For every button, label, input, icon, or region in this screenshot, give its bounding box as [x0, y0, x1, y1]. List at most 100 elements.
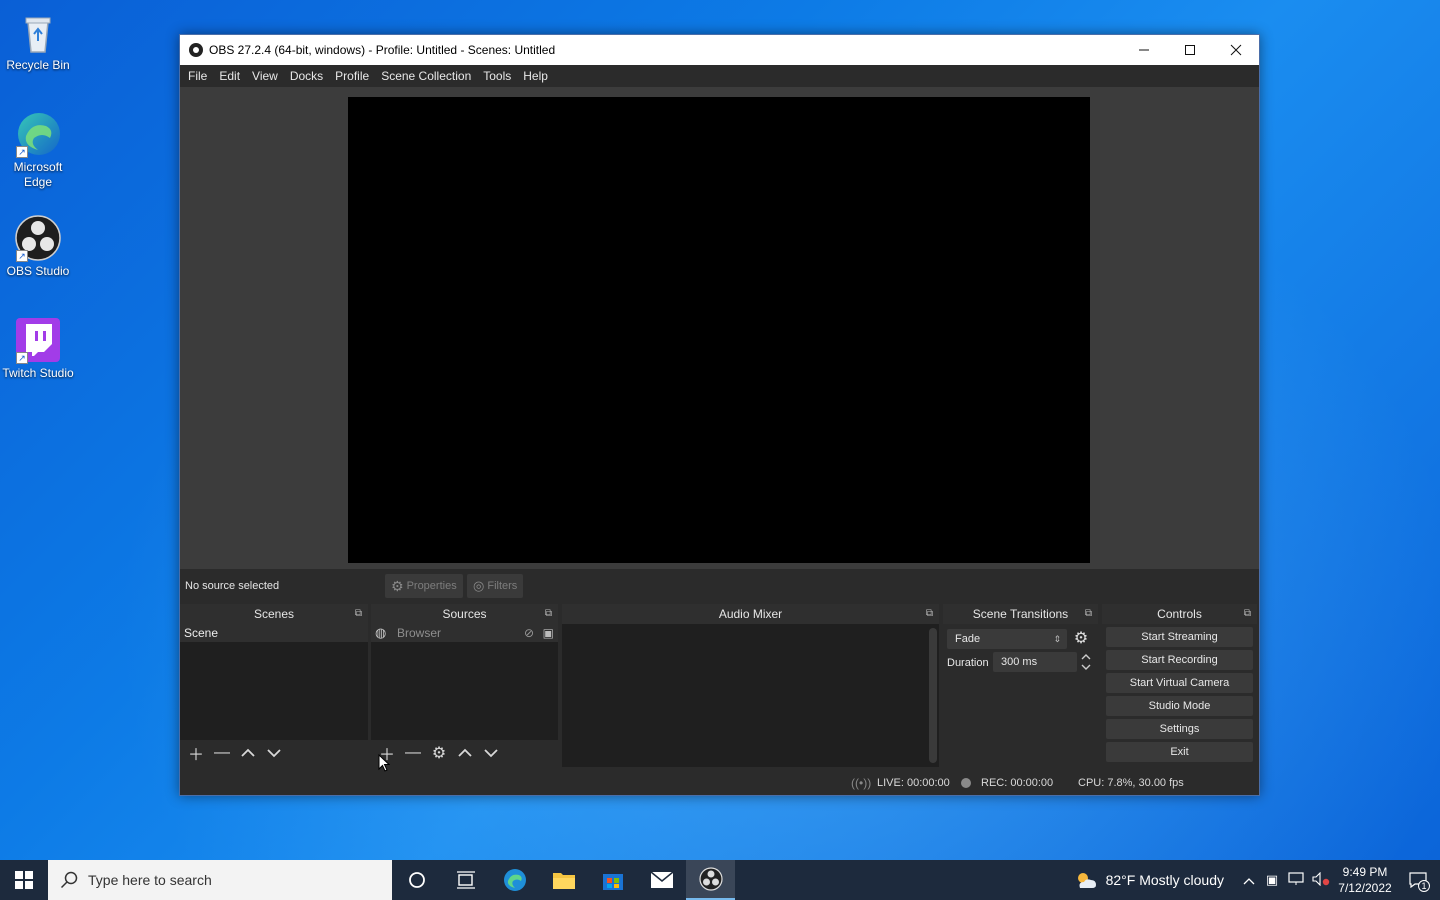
studio-mode-button[interactable]: Studio Mode [1106, 696, 1253, 716]
notification-center-button[interactable]: 1 [1396, 860, 1440, 900]
shortcut-arrow-icon: ↗ [16, 250, 28, 262]
menu-scene-collection[interactable]: Scene Collection [375, 65, 477, 87]
start-virtual-camera-button[interactable]: Start Virtual Camera [1106, 673, 1253, 693]
rec-status: REC: 00:00:00 [981, 777, 1054, 789]
start-button[interactable] [0, 860, 48, 900]
add-scene-button[interactable]: ＋ [186, 743, 206, 764]
menu-profile[interactable]: Profile [329, 65, 375, 87]
properties-label: Properties [406, 580, 457, 592]
taskbar-edge[interactable] [490, 860, 539, 900]
undock-icon[interactable]: ⧉ [1244, 604, 1251, 624]
properties-button[interactable]: ⚙ Properties [385, 574, 463, 598]
globe-icon: ◍ [375, 625, 387, 640]
preview-canvas[interactable] [348, 97, 1090, 563]
weather-widget[interactable]: 82°F Mostly cloudy [1074, 870, 1224, 890]
scenes-title: Scenes [253, 607, 295, 621]
remove-source-button[interactable]: — [403, 743, 423, 763]
close-button[interactable] [1213, 35, 1259, 65]
move-source-down-button[interactable] [481, 743, 501, 763]
task-view-icon [456, 871, 475, 889]
menu-tools[interactable]: Tools [477, 65, 517, 87]
undock-icon[interactable]: ⧉ [545, 604, 552, 624]
minus-icon: — [405, 744, 421, 761]
live-broadcast-icon: ((•)) [851, 776, 872, 790]
mixer-scrollbar[interactable] [929, 628, 937, 763]
move-source-up-button[interactable] [455, 743, 475, 763]
menu-edit[interactable]: Edit [213, 65, 246, 87]
transition-settings-button[interactable]: ⚙ [1071, 629, 1091, 649]
controls-body: Start Streaming Start Recording Start Vi… [1102, 627, 1257, 770]
filter-icon: ◎ [473, 578, 485, 593]
mouse-cursor-icon [378, 754, 390, 772]
taskbar-obs[interactable] [686, 860, 735, 900]
preview-area [180, 87, 1259, 569]
taskbar-search-box[interactable]: Type here to search [48, 860, 392, 900]
transitions-dock-header: Scene Transitions ⧉ [943, 604, 1098, 624]
show-hidden-icons-button[interactable] [1238, 872, 1260, 888]
taskbar-file-explorer[interactable] [539, 860, 588, 900]
chevron-down-icon [484, 749, 498, 758]
remove-scene-button[interactable]: — [212, 743, 232, 763]
sources-list: ◍ Browser ⊘ ▣ [371, 624, 558, 740]
stepper-arrows-icon [1081, 654, 1091, 670]
controls-title: Controls [1157, 607, 1202, 621]
undock-icon[interactable]: ⧉ [926, 604, 933, 624]
menu-docks[interactable]: Docks [284, 65, 329, 87]
transitions-title: Scene Transitions [972, 607, 1069, 621]
cpu-status: CPU: 7.8%, 30.00 fps [1078, 777, 1184, 789]
controls-dock-header: Controls ⧉ [1102, 604, 1257, 624]
close-icon [1230, 44, 1242, 56]
settings-button[interactable]: Settings [1106, 719, 1253, 739]
start-streaming-button[interactable]: Start Streaming [1106, 627, 1253, 647]
title-bar[interactable]: OBS 27.2.4 (64-bit, windows) - Profile: … [180, 35, 1259, 65]
filters-button[interactable]: ◎ Filters [467, 574, 524, 598]
duration-value: 300 ms [1001, 656, 1038, 668]
source-properties-button[interactable]: ⚙ [429, 743, 449, 763]
desktop-icon-recycle-bin[interactable]: Recycle Bin [0, 8, 76, 73]
desktop-icon-twitch[interactable]: ↗ Twitch Studio [0, 316, 76, 381]
desktop-icon-label: OBS Studio [6, 264, 70, 278]
duration-input[interactable]: 300 ms [993, 652, 1077, 672]
exit-button[interactable]: Exit [1106, 742, 1253, 762]
obs-studio-icon: ↗ [14, 214, 62, 262]
taskbar-microsoft-store[interactable] [588, 860, 637, 900]
network-icon[interactable] [1284, 871, 1308, 889]
scenes-toolbar: ＋ — [180, 740, 368, 766]
undock-icon[interactable]: ⧉ [355, 604, 362, 624]
store-icon [602, 874, 623, 890]
move-scene-up-button[interactable] [238, 743, 258, 763]
windows-logo-icon [15, 871, 33, 889]
cortana-button[interactable] [392, 860, 441, 900]
desktop-icon-label: Recycle Bin [6, 58, 70, 72]
minimize-button[interactable] [1121, 35, 1167, 65]
audio-mixer-dock-header: Audio Mixer ⧉ [562, 604, 939, 624]
taskbar-mail[interactable] [637, 860, 686, 900]
menu-view[interactable]: View [246, 65, 284, 87]
partly-cloudy-icon [1077, 873, 1096, 888]
scene-item[interactable]: Scene [180, 624, 368, 642]
clock[interactable]: 9:49 PM 7/12/2022 [1334, 864, 1396, 896]
transition-select[interactable]: Fade ⇕ [947, 629, 1067, 649]
obs-window: OBS 27.2.4 (64-bit, windows) - Profile: … [179, 34, 1260, 796]
maximize-button[interactable] [1167, 35, 1213, 65]
menu-help[interactable]: Help [517, 65, 554, 87]
source-toolbar: No source selected ⚙ Properties ◎ Filter… [180, 569, 1259, 603]
duration-stepper[interactable] [1079, 652, 1093, 672]
eye-hidden-icon[interactable]: ⊘ [524, 624, 534, 642]
gear-icon: ⚙ [431, 745, 447, 762]
desktop-icon-edge[interactable]: ↗ Microsoft Edge [0, 110, 76, 190]
tray-meet-icon[interactable]: ▣ [1260, 872, 1284, 888]
menu-file[interactable]: File [182, 65, 213, 87]
live-status: LIVE: 00:00:00 [877, 777, 950, 789]
lock-icon[interactable]: ▣ [543, 624, 554, 642]
search-placeholder: Type here to search [88, 872, 212, 888]
volume-muted-icon[interactable] [1308, 871, 1334, 889]
start-recording-button[interactable]: Start Recording [1106, 650, 1253, 670]
filters-label: Filters [487, 580, 518, 592]
source-item[interactable]: ◍ Browser ⊘ ▣ [371, 624, 558, 642]
undock-icon[interactable]: ⧉ [1085, 604, 1092, 624]
move-scene-down-button[interactable] [264, 743, 284, 763]
desktop-icon-obs[interactable]: ↗ OBS Studio [0, 214, 76, 279]
status-bar: ((•)) LIVE: 00:00:00 REC: 00:00:00 CPU: … [180, 773, 1259, 795]
task-view-button[interactable] [441, 860, 490, 900]
